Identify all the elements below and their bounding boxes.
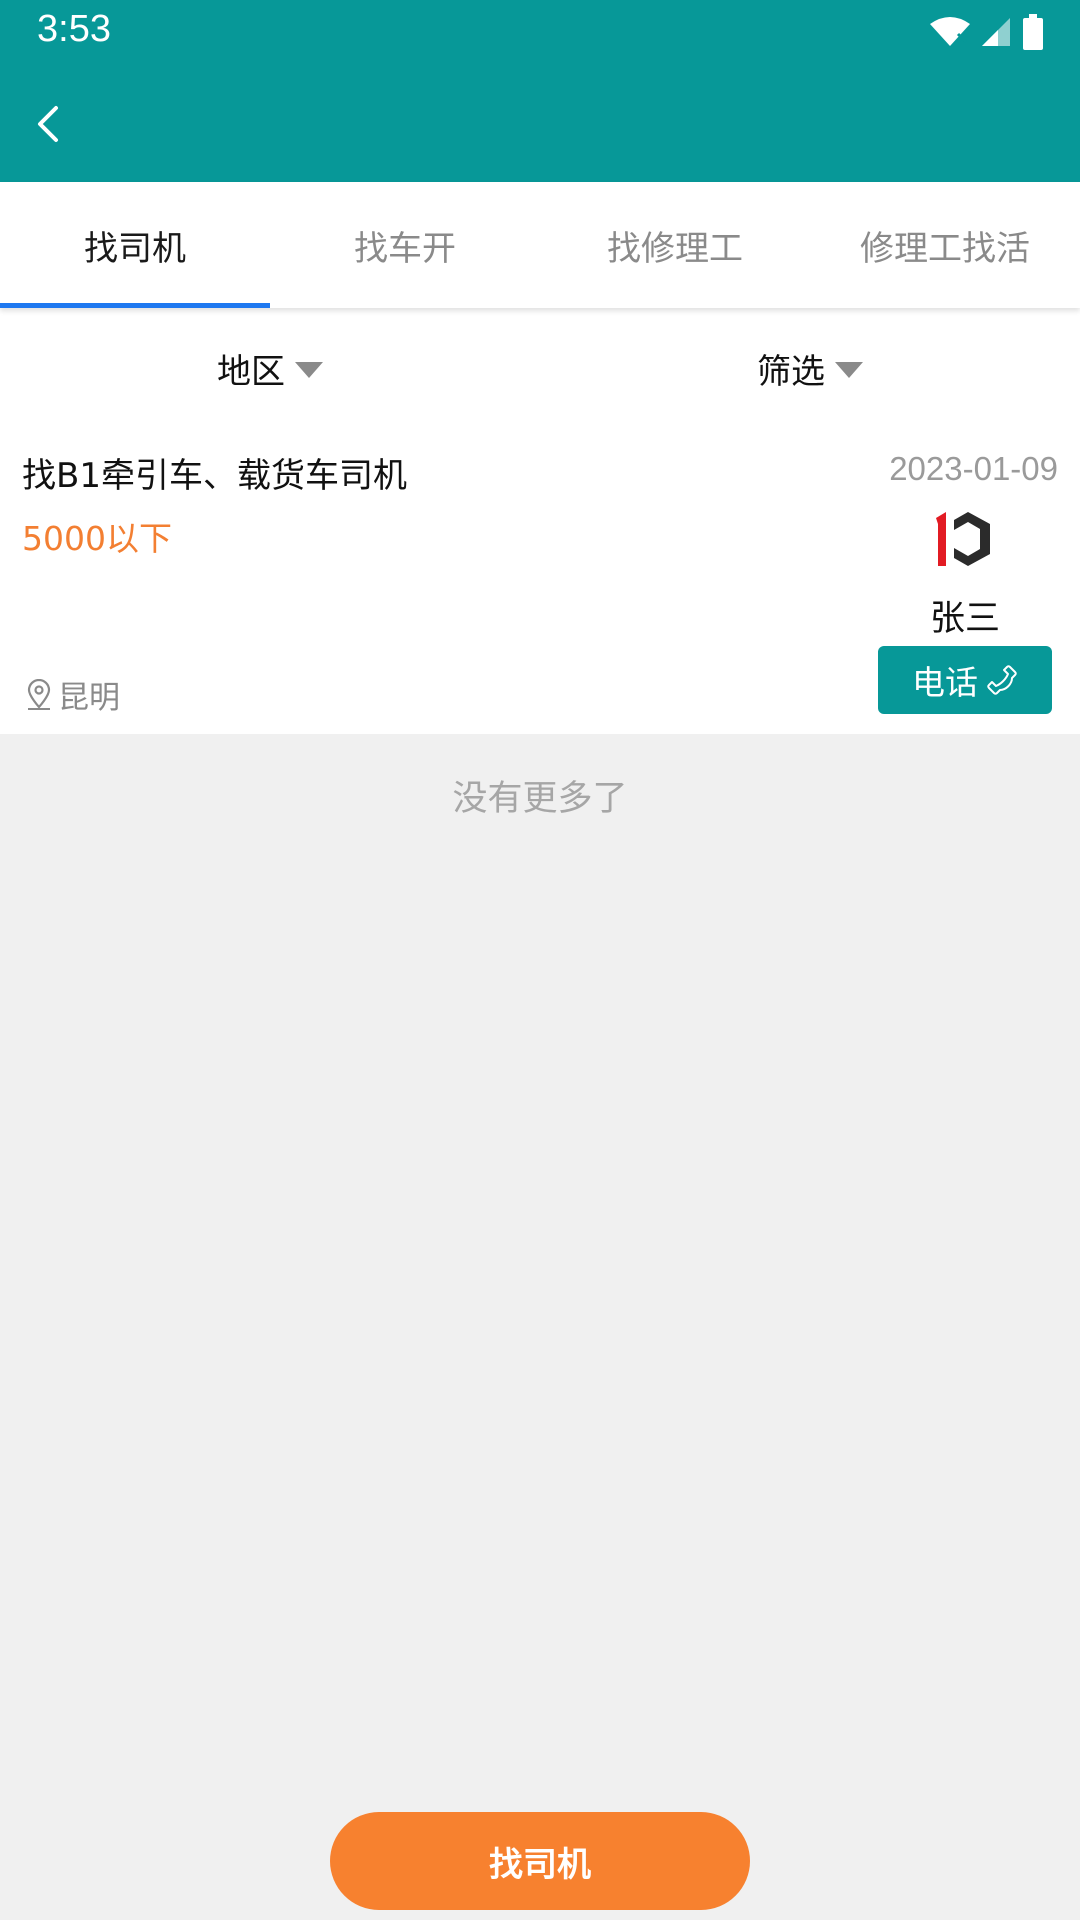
app-bar <box>0 64 1080 182</box>
category-tabs: 找司机 找车开 找修理工 修理工找活 <box>0 182 1080 308</box>
filter-bar: 地区 筛选 <box>0 308 1080 428</box>
tab-mechanic-find-work[interactable]: 修理工找活 <box>810 182 1080 308</box>
status-time: 3:53 <box>37 8 111 50</box>
tab-active-indicator <box>0 303 270 308</box>
phone-icon <box>987 665 1017 695</box>
location: 昆明 <box>24 672 120 717</box>
tab-label: 找修理工 <box>607 228 743 269</box>
no-more-text: 没有更多了 <box>452 779 628 819</box>
battery-icon <box>1023 14 1043 50</box>
caret-down-icon <box>295 362 323 378</box>
find-driver-button[interactable]: 找司机 <box>330 1812 750 1910</box>
status-icons <box>930 12 1044 52</box>
job-title: 找B1牵引车、载货车司机 <box>22 456 407 496</box>
region-label: 地区 <box>217 351 285 392</box>
caret-down-icon <box>835 362 863 378</box>
call-label: 电话 <box>912 663 978 702</box>
wifi-icon <box>930 17 970 46</box>
list-item[interactable]: 找B1牵引车、载货车司机 5000以下 2023-01-09 张三 昆明 电话 <box>0 428 1080 734</box>
post-date: 2023-01-09 <box>889 450 1058 487</box>
status-bar: 3:53 <box>0 0 1080 64</box>
signal-icon <box>982 18 1010 46</box>
location-pin-icon <box>27 678 51 710</box>
tab-find-driver[interactable]: 找司机 <box>0 182 270 308</box>
tab-label: 找司机 <box>84 228 186 269</box>
chevron-left-icon <box>38 106 58 142</box>
poster-name: 张三 <box>929 599 1000 639</box>
tab-label: 修理工找活 <box>860 228 1030 269</box>
tab-find-vehicle[interactable]: 找车开 <box>270 182 540 308</box>
tab-find-mechanic[interactable]: 找修理工 <box>540 182 810 308</box>
call-button[interactable]: 电话 <box>878 646 1052 714</box>
avatar <box>936 512 990 566</box>
region-dropdown[interactable]: 地区 <box>0 308 540 428</box>
tab-label: 找车开 <box>354 228 456 269</box>
back-button[interactable] <box>18 94 78 154</box>
filter-dropdown[interactable]: 筛选 <box>540 308 1080 428</box>
salary-range: 5000以下 <box>22 519 172 558</box>
location-label: 昆明 <box>58 680 120 716</box>
filter-label: 筛选 <box>757 351 825 392</box>
